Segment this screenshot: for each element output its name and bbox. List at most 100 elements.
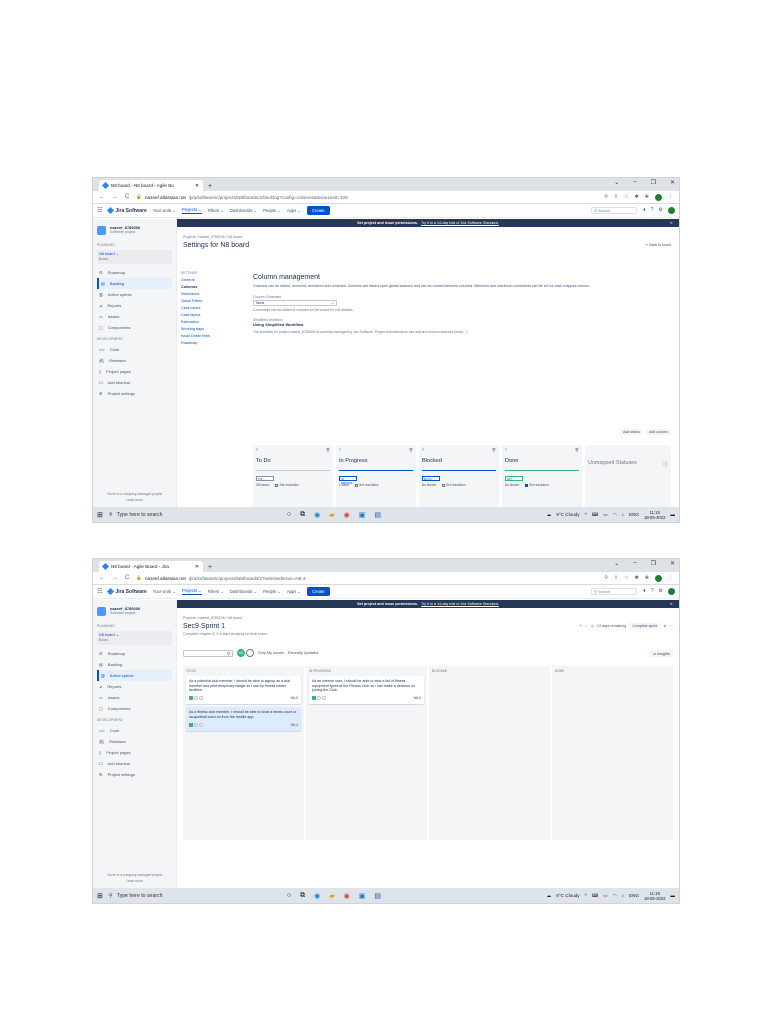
maximize-icon[interactable]: ❐ xyxy=(651,560,656,567)
menu-icon[interactable]: ⋮ xyxy=(668,575,673,581)
maximize-icon[interactable]: ❐ xyxy=(651,179,656,186)
taskbar-search[interactable]: ⚲ Type here to search xyxy=(109,893,259,899)
search-input[interactable]: ⚲ Search xyxy=(591,588,638,595)
sidebar-item-reports[interactable]: ⊿ Reports xyxy=(97,681,172,692)
resolution-checkbox[interactable]: Set resolution xyxy=(442,483,466,487)
app-switcher-icon[interactable]: ☷ xyxy=(97,207,102,214)
sidebar-item-project-settings[interactable]: ⚙ Project settings xyxy=(97,388,172,399)
settings-card-layout[interactable]: Card layout xyxy=(181,313,241,320)
help-icon[interactable]: ? xyxy=(651,588,654,595)
settings-quick-filters[interactable]: Quick Filters xyxy=(181,299,241,306)
store-icon[interactable]: ▣ xyxy=(359,892,366,900)
word-icon[interactable]: ▤ xyxy=(374,511,381,519)
notification-icon[interactable]: ♦ xyxy=(643,588,646,595)
reload-icon[interactable]: C xyxy=(125,194,129,200)
sidebar-item-issues[interactable]: ▭ Issues xyxy=(97,692,172,703)
recently-updated-filter[interactable]: Recently Updated xyxy=(288,651,318,655)
column-name[interactable]: In Progress xyxy=(339,458,413,464)
trash-icon[interactable]: 🗑 xyxy=(326,448,330,452)
extension-icon[interactable]: ✱ xyxy=(635,575,639,581)
forward-icon[interactable]: → xyxy=(112,194,118,200)
share-icon[interactable]: ⇪ xyxy=(614,194,618,200)
chevron-down-icon[interactable]: ⌄ xyxy=(614,560,619,567)
notifications-icon[interactable]: ▬ xyxy=(670,512,675,517)
battery-icon[interactable]: ▭ xyxy=(603,893,607,899)
jira-logo[interactable]: Jira Software xyxy=(107,587,147,596)
sidebar-item-roadmap[interactable]: ☰ Roadmap xyxy=(97,267,172,278)
status-lozenge[interactable]: BLOC... xyxy=(422,476,440,481)
reload-icon[interactable]: C xyxy=(125,575,129,581)
menu-icon[interactable]: ⋮ xyxy=(668,194,673,200)
sidebar-item-code[interactable]: </> Code xyxy=(97,344,172,355)
network-icon[interactable]: ⌨ xyxy=(592,893,599,899)
sidebar-item-active-sprints[interactable]: ▥ Active sprints xyxy=(97,289,172,300)
nav-people[interactable]: People ⌄ xyxy=(263,589,281,594)
edge-icon[interactable]: ◉ xyxy=(314,892,320,900)
file-explorer-icon[interactable]: ▰ xyxy=(329,892,334,900)
weather-icon[interactable]: ☁ xyxy=(547,893,552,899)
project-header[interactable]: nazeef_8789206 Software project xyxy=(97,225,172,235)
extension-icon[interactable]: ✱ xyxy=(635,194,639,200)
help-icon[interactable]: ? xyxy=(651,207,654,214)
file-explorer-icon[interactable]: ▰ xyxy=(329,511,334,519)
add-status-button[interactable]: Add status xyxy=(620,429,644,435)
column-name[interactable]: To Do xyxy=(256,458,330,464)
jira-logo[interactable]: Jira Software xyxy=(107,206,147,215)
project-header[interactable]: nazeef_8789206 Software project xyxy=(97,606,172,616)
settings-columns[interactable]: Columns xyxy=(181,285,241,292)
issue-key[interactable]: N8-6 xyxy=(414,696,421,701)
settings-icon[interactable]: ⚙ xyxy=(659,207,663,214)
language-indicator[interactable]: ENG xyxy=(629,512,639,517)
sidebar-item-releases[interactable]: ⛴ Releases xyxy=(97,736,172,747)
learn-more-link[interactable]: Learn more xyxy=(97,497,172,503)
settings-general[interactable]: General xyxy=(181,278,241,285)
app-switcher-icon[interactable]: ☷ xyxy=(97,588,102,595)
only-my-issues-filter[interactable]: Only My Issues xyxy=(258,651,284,655)
nav-apps[interactable]: Apps ⌄ xyxy=(287,208,301,213)
trash-icon[interactable]: 🗑 xyxy=(492,448,496,452)
windows-start-icon[interactable]: ⊞ xyxy=(97,511,103,519)
status-lozenge[interactable]: IN PROGR... xyxy=(339,476,357,485)
back-icon[interactable]: ← xyxy=(99,575,105,581)
nav-people[interactable]: People ⌄ xyxy=(263,208,281,213)
profile-avatar[interactable] xyxy=(655,574,662,582)
constraint-select[interactable]: None ⌄ xyxy=(253,300,337,306)
nav-dashboards[interactable]: Dashboards ⌄ xyxy=(230,589,257,594)
taskbar-search[interactable]: ⚲ Type here to search xyxy=(109,512,259,518)
nav-apps[interactable]: Apps ⌄ xyxy=(287,589,301,594)
star-icon[interactable]: ☆ xyxy=(624,194,628,200)
sidebar-item-project-pages[interactable]: ▯ Project pages xyxy=(97,747,172,758)
status-lozenge[interactable]: TO ... xyxy=(256,476,274,481)
create-button[interactable]: Create xyxy=(307,587,330,596)
share-icon[interactable]: ⇪ xyxy=(614,575,618,581)
breadcrumb[interactable]: Projects / nazeef_8789206 / N8 board xyxy=(183,616,673,620)
notifications-icon[interactable]: ▬ xyxy=(670,893,675,898)
minimize-icon[interactable]: – xyxy=(633,560,636,567)
windows-start-icon[interactable]: ⊞ xyxy=(97,892,103,900)
sidebar-item-roadmap[interactable]: ☰ Roadmap xyxy=(97,648,172,659)
trash-icon[interactable]: 🗑 xyxy=(575,448,579,452)
profile-avatar[interactable] xyxy=(655,193,662,201)
settings-card-colors[interactable]: Card colors xyxy=(181,306,241,313)
close-window-icon[interactable]: ✕ xyxy=(670,560,675,567)
issue-key[interactable]: N8-5 xyxy=(291,696,298,701)
sidebar-item-components[interactable]: ▢ Components xyxy=(97,703,172,714)
board-selector[interactable]: N8 board ⌄ Board xyxy=(97,631,172,645)
issue-card[interactable]: As an internet user, I should be able to… xyxy=(309,676,424,705)
notification-icon[interactable]: ♦ xyxy=(643,207,646,214)
volume-icon[interactable]: ♪ xyxy=(622,512,624,517)
settings-roadmap[interactable]: Roadmap xyxy=(181,341,241,348)
minimize-icon[interactable]: – xyxy=(633,179,636,186)
settings-swimlanes[interactable]: Swimlanes xyxy=(181,292,241,299)
nav-filters[interactable]: Filters ⌄ xyxy=(208,589,224,594)
user-avatar[interactable] xyxy=(668,207,675,214)
sidebar-item-releases[interactable]: ⛴ Releases xyxy=(97,355,172,366)
issue-card[interactable]: As a potential club member, I should be … xyxy=(186,676,301,705)
tray-chevron-icon[interactable]: ^ xyxy=(585,512,587,517)
zoom-icon[interactable]: ⚲ xyxy=(604,194,608,200)
store-icon[interactable]: ▣ xyxy=(359,511,366,519)
add-column-button[interactable]: Add column xyxy=(646,429,671,435)
resolution-checkbox[interactable]: Set resolution xyxy=(275,483,299,487)
nav-dashboards[interactable]: Dashboards ⌄ xyxy=(230,208,257,213)
sidebar-item-code[interactable]: </> Code xyxy=(97,725,172,736)
